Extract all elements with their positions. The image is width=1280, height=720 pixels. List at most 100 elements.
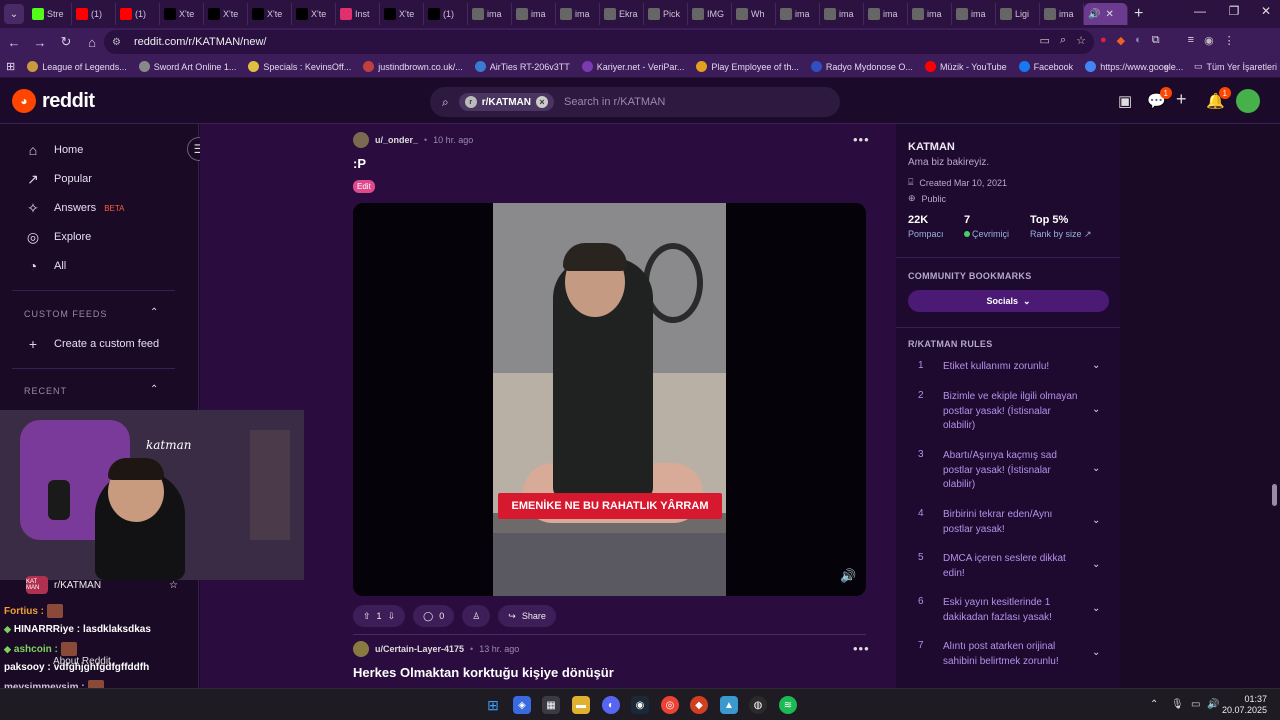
tab-search-chevron-icon[interactable]: ⌄ (4, 4, 24, 24)
rank-label-wrap[interactable]: Rank by size ↗ (1030, 229, 1092, 240)
chevron-down-icon[interactable]: ⌄ (1092, 559, 1100, 570)
user-avatar[interactable] (1236, 89, 1260, 113)
chevron-down-icon[interactable]: ⌄ (1092, 603, 1100, 614)
upvote-icon[interactable]: ⇧ (363, 611, 371, 622)
bookmark-item[interactable]: justindbrown.co.uk/... (357, 61, 469, 72)
subreddit-search-chip[interactable]: r r/KATMAN × (458, 93, 554, 111)
sidebar-item-home[interactable]: ⌂ Home (24, 141, 84, 159)
recent-heading[interactable]: RECENT (24, 386, 67, 396)
extensions-puzzle-icon[interactable]: ⧉ (1152, 34, 1160, 47)
browser-tab[interactable]: ima (776, 3, 820, 25)
profile-avatar-icon[interactable]: ◉ (1204, 34, 1214, 47)
system-clock[interactable]: 01:37 20.07.2025 (1222, 694, 1267, 716)
extension-red-icon[interactable]: ● (1100, 34, 1107, 47)
extension-fox-icon[interactable]: ◆ (1117, 34, 1125, 47)
browser-tab[interactable]: ima (556, 3, 600, 25)
browser-tab[interactable]: ima (468, 3, 512, 25)
post-author[interactable]: u/Certain-Layer-4175 (375, 644, 464, 654)
site-info-icon[interactable]: ⚙ (112, 37, 126, 48)
browser-tab[interactable]: ima (820, 3, 864, 25)
more-options-icon[interactable]: ••• (853, 132, 870, 147)
active-tab[interactable]: 🔊 ✕ (1084, 3, 1128, 25)
photos-icon[interactable]: ▲ (720, 696, 738, 714)
minimize-icon[interactable]: — (1190, 4, 1210, 18)
author-avatar[interactable] (353, 132, 369, 148)
post-title[interactable]: :P (353, 156, 366, 171)
rank-stat[interactable]: Top 5% Rank by size ↗ (1030, 214, 1092, 240)
tray-chevron-icon[interactable]: ⌃ (1150, 699, 1158, 710)
media-control-icon[interactable]: ≡ (1188, 34, 1194, 47)
browser-tab[interactable]: (1) (116, 3, 160, 25)
store-icon[interactable]: ▦ (542, 696, 560, 714)
spotify-icon[interactable]: ≋ (779, 696, 797, 714)
sidebar-item-explore[interactable]: ◎ Explore (24, 228, 91, 246)
socials-dropdown[interactable]: Socials ⌄ (908, 290, 1109, 312)
chevron-down-icon[interactable]: ⌄ (1092, 463, 1100, 474)
chevron-down-icon[interactable]: ⌄ (1092, 404, 1100, 415)
apps-grid-icon[interactable]: ⊞ (0, 60, 21, 73)
file-explorer-icon[interactable]: ▬ (572, 696, 590, 714)
notifications-button[interactable]: 🔔 1 (1206, 87, 1231, 110)
browser-tab[interactable]: X'te (160, 3, 204, 25)
browser-tab[interactable]: Ekra (600, 3, 644, 25)
new-tab-button[interactable]: + (1134, 5, 1152, 23)
all-bookmarks-folder[interactable]: ▭ Tüm Yer İşaretleri (1188, 61, 1280, 72)
bookmark-item[interactable]: Specials : KevinsOff... (242, 61, 357, 72)
discord-icon[interactable]: ◐ (602, 696, 620, 714)
chevron-down-icon[interactable]: ⌄ (1092, 647, 1100, 658)
bookmark-item[interactable]: Radyo Mydonose O... (805, 61, 919, 72)
speaker-icon[interactable]: 🔊 (1088, 9, 1100, 20)
browser-tab[interactable]: X'te (292, 3, 336, 25)
bookmark-item[interactable]: Play Employee of th... (690, 61, 805, 72)
reddit-logo[interactable]: ◕ reddit (12, 89, 95, 113)
share-button[interactable]: ↪ Share (498, 605, 556, 627)
display-icon[interactable]: ▭ (1191, 699, 1200, 710)
sidebar-item-popular[interactable]: ↗ Popular (24, 170, 92, 188)
close-icon[interactable]: ✕ (1105, 9, 1113, 20)
search-bar[interactable]: ⌕ r r/KATMAN × Search in r/KATMAN (430, 87, 840, 117)
post-flair[interactable]: Edit (353, 180, 375, 193)
author-avatar[interactable] (353, 641, 369, 657)
obs-icon[interactable]: ◍ (749, 696, 767, 714)
app-icon[interactable]: ◆ (690, 696, 708, 714)
post-title[interactable]: Herkes Olmaktan korktuğu kişiye dönüşür (353, 665, 614, 680)
browser-tab[interactable]: X'te (380, 3, 424, 25)
browser-tab[interactable]: X'te (248, 3, 292, 25)
speaker-tray-icon[interactable]: 🔊 (1207, 699, 1219, 710)
browser-tab[interactable]: (1) (424, 3, 468, 25)
bookmark-item[interactable]: AirTies RT-206v3TT (469, 61, 576, 72)
browser-menu-icon[interactable]: ⋮ (1224, 34, 1235, 47)
address-bar[interactable]: ⚙ reddit.com/r/KATMAN/new/ ▭ ⌕ ☆ (104, 30, 1094, 54)
video-frame[interactable] (493, 203, 726, 596)
browser-tab[interactable]: Inst (336, 3, 380, 25)
windows-start-icon[interactable]: ⊞ (484, 696, 502, 714)
window-close-icon[interactable]: ✕ (1256, 4, 1276, 18)
bookmark-item[interactable]: Sword Art Online 1... (133, 61, 243, 72)
restore-icon[interactable]: ❐ (1224, 4, 1244, 18)
cast-icon[interactable]: ▭ (1040, 34, 1050, 47)
post-author[interactable]: u/_onder_ (375, 135, 418, 145)
scrollbar-thumb[interactable] (1272, 484, 1277, 506)
extension-leaf-icon[interactable]: ◐ (1135, 34, 1142, 47)
browser-tab[interactable]: ima (908, 3, 952, 25)
browser-tab[interactable]: ima (864, 3, 908, 25)
create-custom-feed[interactable]: + Create a custom feed (24, 335, 159, 353)
url-text[interactable]: reddit.com/r/KATMAN/new/ (134, 36, 266, 48)
browser-tab[interactable]: (1) (72, 3, 116, 25)
chevron-down-icon[interactable]: ⌄ (1092, 515, 1100, 526)
browser-tab[interactable]: ima (952, 3, 996, 25)
home-browser-icon[interactable]: ⌂ (80, 30, 104, 54)
bookmark-item[interactable]: Müzik - YouTube (919, 61, 1013, 72)
browser-tab[interactable]: Pick (644, 3, 688, 25)
chevron-up-icon[interactable]: ⌃ (150, 384, 158, 395)
search-input[interactable]: Search in r/KATMAN (564, 96, 665, 108)
browser-tab[interactable]: Wh (732, 3, 776, 25)
copilot-icon[interactable]: ◈ (513, 696, 531, 714)
forward-icon[interactable]: → (28, 30, 52, 54)
downvote-icon[interactable]: ⇩ (388, 611, 396, 622)
custom-feeds-heading[interactable]: CUSTOM FEEDS (24, 309, 107, 319)
browser-tab[interactable]: Ligi (996, 3, 1040, 25)
browser-tab[interactable]: X'te (204, 3, 248, 25)
mic-icon[interactable]: 🎙 (1171, 699, 1184, 710)
advertise-icon[interactable]: ▣ (1118, 92, 1132, 110)
